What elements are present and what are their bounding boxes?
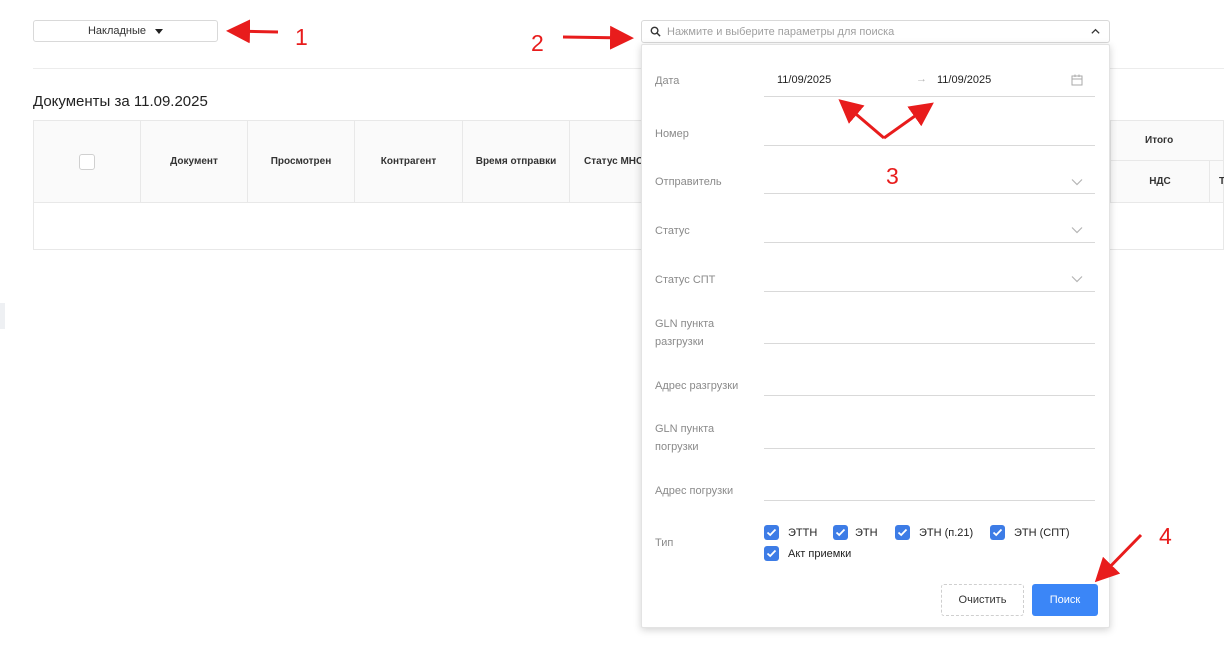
column-header-document[interactable]: Документ	[141, 121, 248, 202]
column-header-vat[interactable]: НДС	[1149, 176, 1171, 187]
column-header-viewed[interactable]: Просмотрен	[248, 121, 355, 202]
type-checkbox-ettn[interactable]: ЭТТН	[764, 525, 817, 540]
annotation-number-4: 4	[1159, 523, 1172, 549]
type-label: Тип	[655, 537, 674, 549]
annotation-number-1: 1	[295, 24, 308, 50]
gln-unload-label-line1: GLN пункта	[655, 318, 715, 330]
date-to-input[interactable]: 11/09/2025	[937, 74, 991, 86]
search-bar[interactable]: Нажмите и выберите параметры для поиска	[641, 20, 1110, 43]
annotation-arrow-1	[226, 19, 279, 44]
checkbox-checked-icon[interactable]	[990, 525, 1005, 540]
checkbox-checked-icon[interactable]	[833, 525, 848, 540]
left-edge-tab	[0, 303, 5, 329]
type-checkbox-etn-spt[interactable]: ЭТН (СПТ)	[990, 525, 1070, 540]
checkbox-checked-icon[interactable]	[895, 525, 910, 540]
sender-field-underline	[764, 193, 1095, 194]
search-placeholder: Нажмите и выберите параметры для поиска	[667, 26, 895, 38]
date-from-input[interactable]: 11/09/2025	[777, 74, 831, 86]
number-field-underline	[764, 145, 1095, 146]
select-all-checkbox[interactable]	[79, 153, 95, 170]
load-address-field-underline	[764, 500, 1095, 501]
checkbox-checked-icon[interactable]	[764, 525, 779, 540]
calendar-icon[interactable]	[1071, 74, 1083, 86]
spt-status-select[interactable]	[764, 271, 1095, 291]
page-title: Документы за 11.09.2025	[33, 93, 208, 110]
load-address-label: Адрес погрузки	[655, 485, 734, 497]
gln-load-label-line2: погрузки	[655, 441, 699, 453]
column-header-truncated[interactable]: Т	[1219, 176, 1224, 187]
type-label-ettn: ЭТТН	[788, 526, 818, 539]
gln-unload-label-line2: разгрузки	[655, 336, 704, 348]
sender-label: Отправитель	[655, 176, 722, 188]
status-label: Статус	[655, 225, 690, 237]
type-label-etn-p21: ЭТН (п.21)	[919, 526, 974, 539]
gln-unload-label: GLN пункта разгрузки	[655, 315, 714, 351]
doc-type-select[interactable]: Накладные	[33, 20, 218, 42]
annotation-arrow-2	[562, 25, 634, 50]
search-filter-panel: Дата 11/09/2025 → 11/09/2025 Номер Отпра…	[641, 44, 1110, 628]
date-label: Дата	[655, 75, 680, 87]
gln-load-input[interactable]	[764, 428, 1095, 448]
chevron-down-icon[interactable]	[1071, 226, 1083, 234]
type-checkbox-etn-p21[interactable]: ЭТН (п.21)	[895, 525, 973, 540]
column-header-send-time[interactable]: Время отправки	[463, 121, 570, 202]
caret-down-icon	[155, 28, 164, 34]
type-checkbox-acceptance-act[interactable]: Акт приемки	[764, 546, 851, 561]
gln-unload-field-underline	[764, 343, 1095, 344]
type-label-etn: ЭТН	[855, 526, 878, 539]
number-input[interactable]	[764, 127, 1095, 145]
column-header-vat-cell: НДС	[1110, 161, 1210, 202]
group-header-total: Итого	[1145, 135, 1174, 146]
type-checkbox-etn[interactable]: ЭТН	[833, 525, 878, 540]
annotation-number-2: 2	[531, 30, 544, 56]
chevron-down-icon[interactable]	[1071, 275, 1083, 283]
date-range-arrow-icon: →	[916, 73, 927, 85]
load-address-input[interactable]	[764, 480, 1095, 500]
type-label-acceptance-act: Акт приемки	[788, 547, 852, 560]
gln-unload-input[interactable]	[764, 323, 1095, 343]
annotation-number-3: 3	[886, 163, 899, 189]
gln-load-label-line1: GLN пункта	[655, 423, 715, 435]
gln-load-label: GLN пункта погрузки	[655, 420, 714, 456]
search-button[interactable]: Поиск	[1032, 584, 1098, 616]
unload-address-field-underline	[764, 395, 1095, 396]
date-field-underline	[764, 96, 1095, 97]
clear-button[interactable]: Очистить	[941, 584, 1024, 616]
select-all-cell	[34, 121, 141, 202]
unload-address-input[interactable]	[764, 375, 1095, 395]
unload-address-label: Адрес разгрузки	[655, 380, 739, 392]
sender-select[interactable]	[764, 173, 1095, 193]
chevron-up-icon[interactable]	[1090, 26, 1101, 37]
column-group-total: Итого	[1110, 121, 1224, 161]
gln-load-field-underline	[764, 448, 1095, 449]
number-label: Номер	[655, 128, 689, 140]
type-label-etn-spt: ЭТН (СПТ)	[1014, 526, 1070, 539]
column-header-truncated-cell: Т	[1219, 161, 1224, 202]
doc-type-select-label: Накладные	[87, 25, 147, 37]
search-icon	[650, 26, 661, 37]
status-select[interactable]	[764, 222, 1095, 242]
spt-status-field-underline	[764, 291, 1095, 292]
chevron-down-icon[interactable]	[1071, 178, 1083, 186]
status-field-underline	[764, 242, 1095, 243]
checkbox-checked-icon[interactable]	[764, 546, 779, 561]
column-header-mns-status[interactable]: Статус МНС/	[570, 121, 642, 202]
spt-status-label: Статус СПТ	[655, 274, 716, 286]
column-header-counterparty[interactable]: Контрагент	[355, 121, 463, 202]
